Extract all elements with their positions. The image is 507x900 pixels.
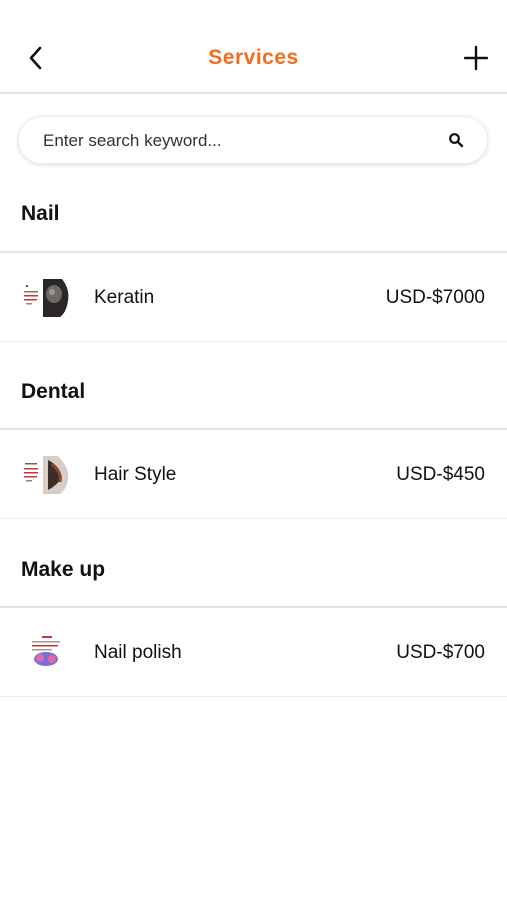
service-price: USD-$450 bbox=[396, 464, 485, 485]
service-row-keratin[interactable]: Keratin USD-$7000 bbox=[0, 253, 507, 342]
add-icon[interactable] bbox=[462, 44, 490, 72]
service-row-hair-style[interactable]: Hair Style USD-$450 bbox=[0, 430, 507, 519]
service-name: Nail polish bbox=[94, 642, 182, 663]
service-row-nail-polish[interactable]: Nail polish USD-$700 bbox=[0, 608, 507, 697]
search-icon[interactable] bbox=[448, 132, 464, 148]
nail-polish-thumbnail bbox=[22, 634, 70, 672]
service-name: Hair Style bbox=[94, 464, 177, 485]
hair-style-thumbnail bbox=[22, 456, 70, 494]
service-price: USD-$7000 bbox=[385, 287, 485, 308]
service-price: USD-$700 bbox=[396, 642, 485, 663]
page-title: Services bbox=[208, 46, 299, 69]
category-title: Dental bbox=[21, 380, 86, 403]
search-input[interactable] bbox=[41, 117, 425, 165]
keratin-thumbnail bbox=[22, 279, 70, 317]
app-header: Services bbox=[0, 0, 507, 94]
category-title: Nail bbox=[21, 202, 60, 225]
category-title: Make up bbox=[21, 558, 106, 581]
service-name: Keratin bbox=[94, 287, 155, 308]
search-bar bbox=[18, 116, 488, 165]
